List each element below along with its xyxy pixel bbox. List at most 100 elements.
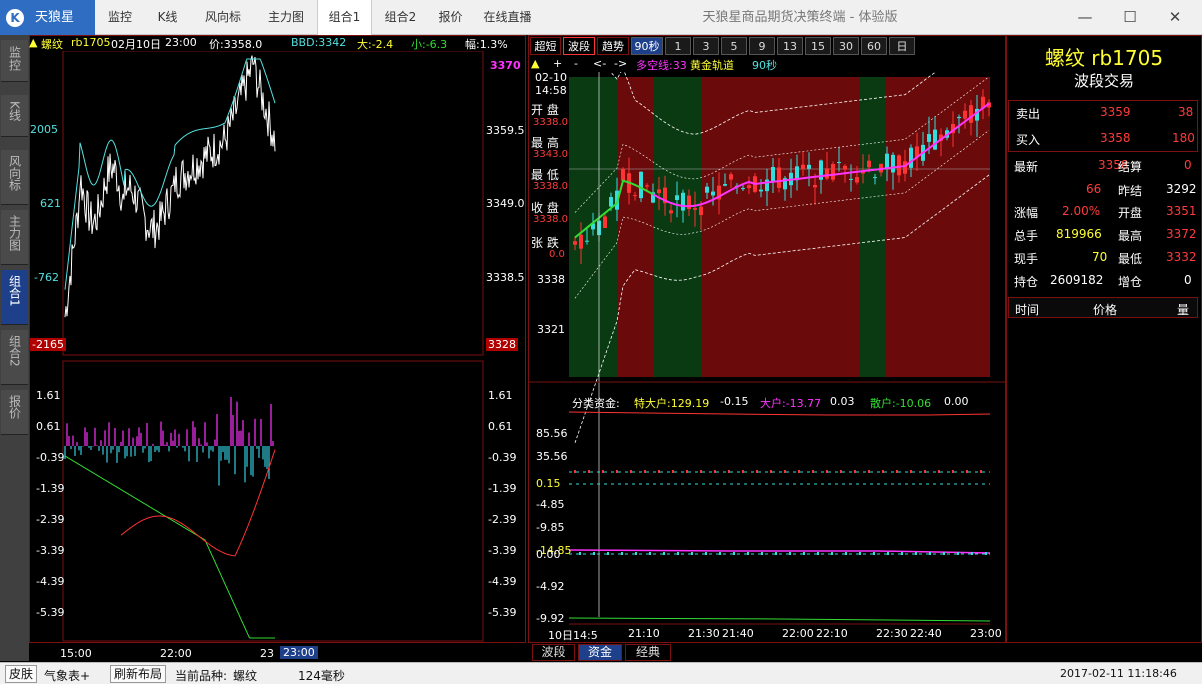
candle-body (867, 160, 871, 168)
scroll-left-icon[interactable]: <- (593, 57, 606, 70)
fund-flow-title: 分类资金: (572, 397, 620, 410)
buy-row: 买入 3358 180 (1008, 128, 1198, 150)
kline-time-tick: 23:00 (970, 627, 1002, 640)
side-tab-zhulitu[interactable]: 主力图 (1, 210, 28, 265)
flow-dot (733, 552, 735, 555)
close-icon[interactable]: ✕ (1155, 0, 1195, 35)
side-tab-zuhe1[interactable]: 组合1 (1, 270, 28, 325)
kline-time-tick: 22:00 (782, 627, 814, 640)
refresh-layout-button[interactable]: 刷新布局 (110, 665, 167, 683)
period-button[interactable]: 9 (749, 37, 775, 55)
period-90s-button[interactable]: 90秒 (631, 37, 663, 55)
sell-label: 卖出 (1016, 107, 1041, 121)
bottom-tab-jingdian[interactable]: 经典 (625, 644, 671, 661)
nav-zhibo[interactable]: 在线直播 (475, 0, 540, 35)
left-date: 02月10日 (111, 38, 161, 51)
time-tick: 15:00 (60, 647, 92, 660)
mode-boduan-button[interactable]: 波段 (563, 37, 595, 55)
nav-fengxiangbiao[interactable]: 风向标 (192, 0, 254, 35)
flow-dot (812, 470, 814, 473)
bottom-tab-boduan[interactable]: 波段 (532, 644, 575, 661)
nav-zhulitu[interactable]: 主力图 (256, 0, 316, 35)
nav-jiankong[interactable]: 监控 (95, 0, 145, 35)
nav-zuhe2[interactable]: 组合2 (373, 0, 428, 35)
flow-dot (714, 470, 716, 473)
flow-dot (859, 552, 861, 555)
gold-channel-text: 黄金轨道 (690, 59, 734, 72)
period-button[interactable]: 1 (665, 37, 691, 55)
kline-axis-label: 3338 (537, 273, 565, 286)
stats-row: 总手 819966 最高 3372 (1008, 224, 1198, 246)
flow-dot (915, 552, 917, 555)
price-line (64, 55, 276, 318)
nav-zuhe1[interactable]: 组合1 (317, 0, 372, 35)
flow-dot (770, 470, 772, 473)
bottom-tab-zijin[interactable]: 资金 (578, 644, 622, 661)
left-time: 23:00 (165, 36, 197, 49)
weather-label[interactable]: 气象表+ (44, 667, 90, 684)
flow-dot (719, 552, 721, 555)
quote-time: 14:58 (535, 84, 567, 97)
candle-body (771, 166, 775, 182)
app-name: 天狼星 (35, 10, 75, 25)
flow-axis-label: -5.39 (488, 606, 517, 619)
minimize-icon[interactable]: — (1065, 0, 1105, 35)
tick-header-time[interactable]: 时间 (1015, 301, 1039, 318)
scroll-right-icon[interactable]: -> (614, 57, 627, 70)
flow-dot (602, 470, 604, 473)
zoom-in-icon[interactable]: + (553, 57, 562, 70)
flow-dot (728, 470, 730, 473)
zoom-out-icon[interactable]: - (574, 57, 578, 70)
flow-axis-label: -3.39 (488, 544, 517, 557)
candle-body (693, 208, 697, 210)
side-tab-fengxiangbiao[interactable]: 风向标 (1, 150, 28, 205)
flow-dot (588, 470, 590, 473)
period-button[interactable]: 15 (805, 37, 831, 55)
maximize-icon[interactable]: ☐ (1110, 0, 1150, 35)
flow-dot (775, 552, 777, 555)
mode-qushi-button[interactable]: 趋势 (597, 37, 629, 55)
flow-dot (938, 470, 940, 473)
left-symbol-code: rb1705 (71, 36, 111, 49)
period-button[interactable]: 30 (833, 37, 859, 55)
candle-body (723, 184, 727, 186)
candle-body (711, 191, 715, 196)
candle-body (933, 129, 937, 150)
flow-axis-label: 0.61 (488, 420, 513, 433)
nav-baojia[interactable]: 报价 (428, 0, 473, 35)
period-button[interactable]: 13 (777, 37, 803, 55)
flow-dot (630, 470, 632, 473)
period-button[interactable]: 日 (889, 37, 915, 55)
mode-chaoduan-button[interactable]: 超短 (530, 37, 561, 55)
flow-dot (686, 470, 688, 473)
nav-kline[interactable]: K线 (145, 0, 190, 35)
up-triangle-icon[interactable]: ▲ (531, 57, 539, 70)
tick-header-vol[interactable]: 量 (1177, 301, 1189, 318)
variety-value: 螺纹 (233, 669, 258, 683)
candle-body (729, 174, 733, 180)
flow-dot (985, 552, 987, 555)
period-button[interactable]: 3 (693, 37, 719, 55)
period-button[interactable]: 60 (861, 37, 887, 55)
period-button[interactable]: 5 (721, 37, 747, 55)
stat-label: 现手 (1014, 252, 1039, 266)
stat-label: 开盘 (1118, 206, 1143, 220)
flow-dot (644, 470, 646, 473)
stat-value: 3292 (1166, 182, 1197, 196)
side-tab-jiankong[interactable]: 监控 (1, 40, 28, 82)
side-tab-label: 组合2 (7, 335, 22, 367)
tick-header-price[interactable]: 价格 (1093, 301, 1117, 318)
side-tab-zuhe2[interactable]: 组合2 (1, 330, 28, 385)
kline-svg (529, 72, 1005, 625)
skin-button[interactable]: 皮肤 (5, 665, 38, 683)
trend-band (747, 77, 859, 377)
app-logo[interactable]: K 天狼星 (0, 0, 95, 35)
trend-bands (569, 77, 990, 377)
left-amp: 幅:1.3% (465, 38, 508, 51)
flow-dot (943, 552, 945, 555)
flow-dot (677, 552, 679, 555)
candle-body (849, 178, 853, 180)
side-tab-kline[interactable]: K线 (1, 95, 28, 137)
stat-label: 最低 (1118, 252, 1143, 266)
side-tab-baojia[interactable]: 报价 (1, 390, 28, 435)
